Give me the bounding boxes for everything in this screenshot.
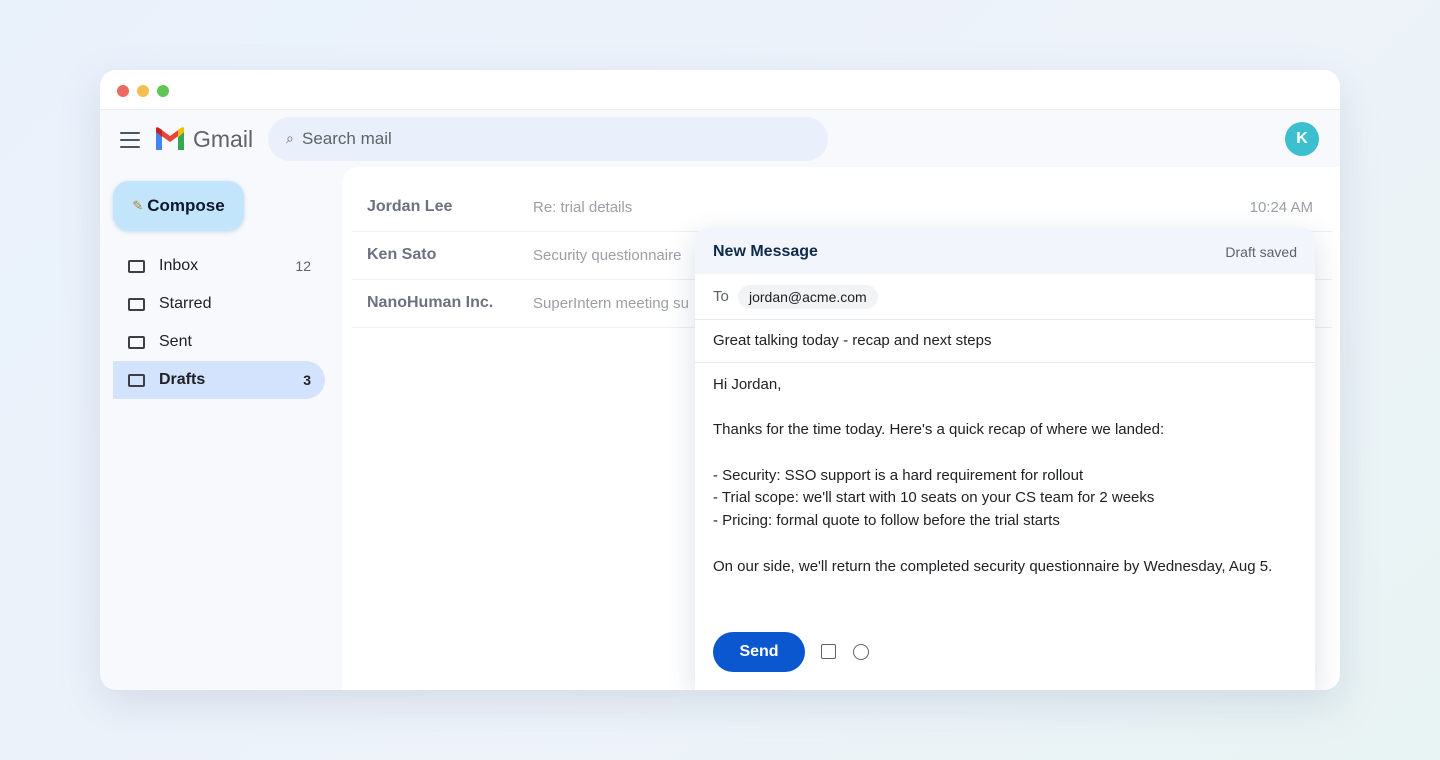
mail-subject: SuperIntern meeting su [533, 295, 689, 312]
formatting-icon[interactable] [821, 644, 836, 659]
compose-button[interactable]: ✎ Compose [113, 181, 244, 231]
compose-window: New Message Draft saved To jordan@acme.c… [695, 228, 1315, 690]
body-bullet: - Security: SSO support is a hard requir… [713, 466, 1084, 484]
body-bullet: - Trial scope: we'll start with 10 seats… [713, 489, 1155, 507]
starred-icon [128, 298, 145, 311]
to-field[interactable]: To jordan@acme.com [695, 274, 1315, 320]
drafts-count: 3 [303, 372, 311, 388]
draft-status: Draft saved [1225, 244, 1297, 260]
sidebar-item-sent[interactable]: Sent [113, 323, 325, 361]
mail-sender: NanoHuman Inc. [367, 294, 494, 311]
message-body[interactable]: Hi Jordan, Thanks for the time today. He… [713, 374, 1293, 578]
body-closing: On our side, we'll return the completed … [713, 557, 1273, 575]
body-greeting: Hi Jordan, [713, 376, 782, 393]
list-item[interactable]: Jordan Lee Re: trial details 10:24 AM [352, 184, 1332, 232]
gmail-header: Gmail ⌕ Search mail K [100, 111, 1340, 167]
to-label: To [713, 288, 729, 305]
minimize-window-button[interactable] [137, 85, 149, 97]
mail-subject: Re: trial details [533, 199, 633, 216]
search-icon: ⌕ [286, 130, 294, 146]
close-window-button[interactable] [117, 85, 129, 97]
browser-window: Gmail ⌕ Search mail K ✎ Compose Inbox 12… [100, 70, 1340, 690]
sidebar-item-inbox[interactable]: Inbox 12 [113, 247, 325, 285]
search-input[interactable]: Search mail [302, 129, 392, 149]
compose-header: New Message Draft saved [695, 228, 1315, 274]
recipient-chip[interactable]: jordan@acme.com [738, 285, 878, 309]
sidebar-item-label: Starred [159, 295, 212, 312]
gmail-brand: Gmail [193, 126, 254, 152]
subject-field[interactable]: Great talking today - recap and next ste… [695, 320, 1315, 363]
title-bar [100, 70, 1340, 110]
pencil-icon: ✎ [132, 198, 144, 213]
compose-label: Compose [147, 196, 225, 215]
sidebar-item-drafts[interactable]: Drafts 3 [113, 361, 325, 399]
avatar[interactable]: K [1285, 122, 1319, 156]
mail-sender: Jordan Lee [367, 198, 453, 215]
sidebar-item-starred[interactable]: Starred [113, 285, 325, 323]
inbox-icon [128, 260, 145, 273]
search-bar[interactable]: ⌕ Search mail [268, 117, 828, 161]
body-bullet: - Pricing: formal quote to follow before… [713, 512, 1060, 530]
sidebar-item-label: Inbox [159, 257, 199, 274]
emoji-icon[interactable] [853, 644, 869, 660]
mail-sender: Ken Sato [367, 246, 437, 263]
gmail-logo-icon [156, 127, 184, 150]
sidebar-nav: Inbox 12 Starred Sent Drafts 3 [113, 247, 325, 399]
body-intro: Thanks for the time today. Here's a quic… [713, 421, 1165, 439]
sidebar-item-label: Drafts [159, 371, 206, 388]
send-button[interactable]: Send [713, 632, 805, 672]
sent-icon [128, 336, 145, 349]
mail-subject: Security questionnaire [533, 247, 682, 264]
compose-title: New Message [713, 243, 818, 260]
sidebar-item-label: Sent [159, 333, 192, 350]
subject-text: Great talking today - recap and next ste… [713, 332, 992, 349]
drafts-icon [128, 374, 145, 387]
unread-count: 12 [295, 258, 311, 274]
maximize-window-button[interactable] [157, 85, 169, 97]
menu-icon[interactable] [120, 132, 140, 148]
mail-time: 10:24 AM [1249, 199, 1313, 216]
